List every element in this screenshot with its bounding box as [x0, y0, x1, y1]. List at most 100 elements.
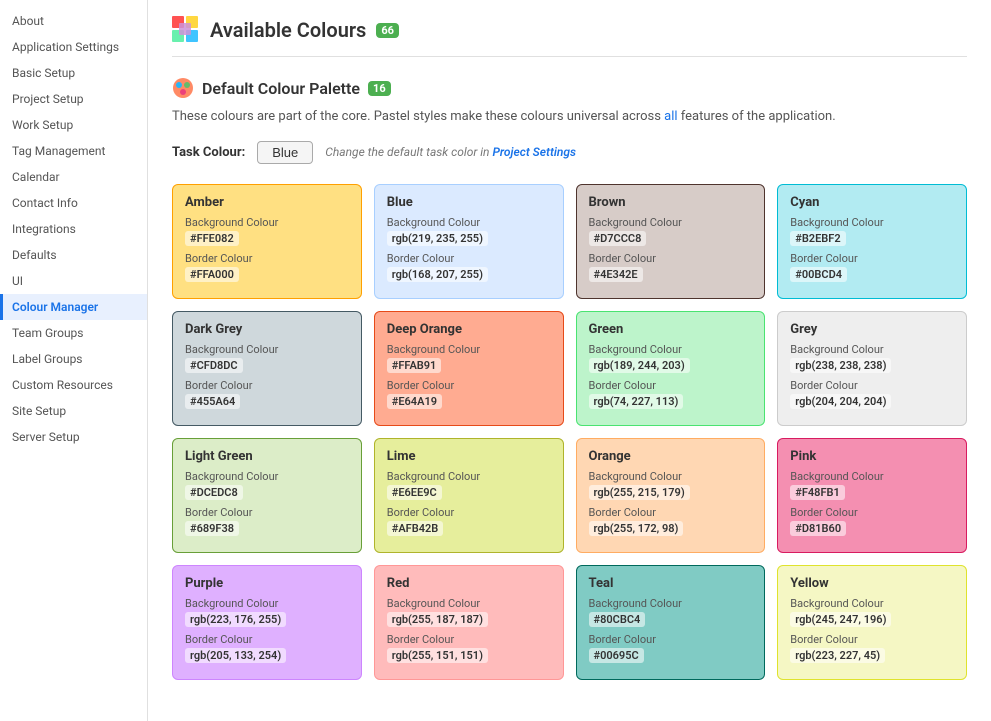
palette-icon	[172, 77, 194, 99]
border-colour-label: Border Colour	[790, 633, 954, 646]
border-colour-value: #455A64	[185, 394, 240, 409]
border-colour-value: rgb(204, 204, 204)	[790, 394, 891, 409]
colour-name: Lime	[387, 449, 551, 464]
sidebar-item-ui[interactable]: UI	[0, 268, 147, 294]
border-colour-value: #AFB42B	[387, 521, 444, 536]
sidebar-item-team-groups[interactable]: Team Groups	[0, 320, 147, 346]
border-colour-label: Border Colour	[387, 379, 551, 392]
bg-colour-label: Background Colour	[790, 597, 954, 610]
colour-name: Dark Grey	[185, 322, 349, 337]
bg-colour-label: Background Colour	[185, 597, 349, 610]
border-colour-label: Border Colour	[790, 379, 954, 392]
colour-name: Deep Orange	[387, 322, 551, 337]
page-title: Available Colours	[210, 18, 366, 42]
colour-card: Brown Background Colour #D7CCC8 Border C…	[576, 184, 766, 299]
sidebar-item-defaults[interactable]: Defaults	[0, 242, 147, 268]
bg-colour-value: rgb(219, 235, 255)	[387, 231, 488, 246]
border-colour-value: #D81B60	[790, 521, 846, 536]
colour-name: Yellow	[790, 576, 954, 591]
sidebar-item-contact-info[interactable]: Contact Info	[0, 190, 147, 216]
sidebar-item-calendar[interactable]: Calendar	[0, 164, 147, 190]
bg-colour-value: #CFD8DC	[185, 358, 243, 373]
colour-name: Brown	[589, 195, 753, 210]
bg-colour-value: rgb(189, 244, 203)	[589, 358, 690, 373]
bg-colour-label: Background Colour	[589, 343, 753, 356]
task-colour-button[interactable]: Blue	[257, 141, 313, 164]
colour-card: Green Background Colour rgb(189, 244, 20…	[576, 311, 766, 426]
border-colour-label: Border Colour	[387, 506, 551, 519]
border-colour-label: Border Colour	[790, 252, 954, 265]
sidebar-item-basic-setup[interactable]: Basic Setup	[0, 60, 147, 86]
border-colour-value: rgb(223, 227, 45)	[790, 648, 885, 663]
colour-card: Teal Background Colour #80CBC4 Border Co…	[576, 565, 766, 680]
task-colour-label: Task Colour:	[172, 145, 245, 160]
bg-colour-label: Background Colour	[589, 470, 753, 483]
bg-colour-value: rgb(238, 238, 238)	[790, 358, 891, 373]
border-colour-label: Border Colour	[185, 506, 349, 519]
colour-name: Green	[589, 322, 753, 337]
colour-card: Yellow Background Colour rgb(245, 247, 1…	[777, 565, 967, 680]
colour-card: Cyan Background Colour #B2EBF2 Border Co…	[777, 184, 967, 299]
colour-grid: Amber Background Colour #FFE082 Border C…	[172, 184, 967, 680]
colour-name: Light Green	[185, 449, 349, 464]
colour-card: Orange Background Colour rgb(255, 215, 1…	[576, 438, 766, 553]
bg-colour-value: rgb(255, 187, 187)	[387, 612, 488, 627]
border-colour-label: Border Colour	[185, 252, 349, 265]
sidebar-item-custom-resources[interactable]: Custom Resources	[0, 372, 147, 398]
bg-colour-value: #FFAB91	[387, 358, 442, 373]
bg-colour-value: rgb(255, 215, 179)	[589, 485, 690, 500]
sidebar-item-about[interactable]: About	[0, 8, 147, 34]
sidebar-item-tag-management[interactable]: Tag Management	[0, 138, 147, 164]
bg-colour-value: rgb(245, 247, 196)	[790, 612, 891, 627]
colour-name: Pink	[790, 449, 954, 464]
colour-name: Purple	[185, 576, 349, 591]
colour-card: Red Background Colour rgb(255, 187, 187)…	[374, 565, 564, 680]
border-colour-value: rgb(255, 172, 98)	[589, 521, 684, 536]
colour-name: Teal	[589, 576, 753, 591]
colour-card: Pink Background Colour #F48FB1 Border Co…	[777, 438, 967, 553]
sidebar-item-server-setup[interactable]: Server Setup	[0, 424, 147, 450]
border-colour-label: Border Colour	[589, 252, 753, 265]
border-colour-label: Border Colour	[589, 379, 753, 392]
project-settings-link[interactable]: Project Settings	[492, 145, 576, 159]
page-header: Available Colours 66	[172, 16, 967, 57]
border-colour-value: rgb(168, 207, 255)	[387, 267, 488, 282]
colour-card: Lime Background Colour #E6EE9C Border Co…	[374, 438, 564, 553]
border-colour-value: #689F38	[185, 521, 239, 536]
border-colour-value: #4E342E	[589, 267, 643, 282]
colour-name: Blue	[387, 195, 551, 210]
border-colour-value: rgb(205, 133, 254)	[185, 648, 286, 663]
colour-name: Amber	[185, 195, 349, 210]
bg-colour-label: Background Colour	[387, 343, 551, 356]
border-colour-label: Border Colour	[589, 633, 753, 646]
sidebar-item-site-setup[interactable]: Site Setup	[0, 398, 147, 424]
palette-section-header: Default Colour Palette 16	[172, 77, 967, 99]
bg-colour-value: #80CBC4	[589, 612, 646, 627]
colour-card: Blue Background Colour rgb(219, 235, 255…	[374, 184, 564, 299]
bg-colour-label: Background Colour	[387, 470, 551, 483]
border-colour-value: rgb(74, 227, 113)	[589, 394, 684, 409]
colour-card: Light Green Background Colour #DCEDC8 Bo…	[172, 438, 362, 553]
sidebar-item-colour-manager[interactable]: Colour Manager	[0, 294, 147, 320]
bg-colour-label: Background Colour	[185, 343, 349, 356]
sidebar-item-work-setup[interactable]: Work Setup	[0, 112, 147, 138]
bg-colour-label: Background Colour	[790, 470, 954, 483]
all-link[interactable]: all	[664, 109, 677, 124]
border-colour-label: Border Colour	[387, 252, 551, 265]
colour-name: Orange	[589, 449, 753, 464]
border-colour-label: Border Colour	[387, 633, 551, 646]
colour-manager-icon	[172, 16, 200, 44]
sidebar-item-project-setup[interactable]: Project Setup	[0, 86, 147, 112]
sidebar-item-integrations[interactable]: Integrations	[0, 216, 147, 242]
sidebar-item-label-groups[interactable]: Label Groups	[0, 346, 147, 372]
bg-colour-value: rgb(223, 176, 255)	[185, 612, 286, 627]
bg-colour-value: #E6EE9C	[387, 485, 442, 500]
sidebar-item-app-settings[interactable]: Application Settings	[0, 34, 147, 60]
bg-colour-value: #FFE082	[185, 231, 239, 246]
colour-card: Purple Background Colour rgb(223, 176, 2…	[172, 565, 362, 680]
bg-colour-value: #DCEDC8	[185, 485, 243, 500]
colour-card: Dark Grey Background Colour #CFD8DC Bord…	[172, 311, 362, 426]
task-colour-hint: Change the default task color in Project…	[325, 145, 576, 159]
bg-colour-value: #F48FB1	[790, 485, 845, 500]
palette-title: Default Colour Palette	[202, 79, 360, 98]
